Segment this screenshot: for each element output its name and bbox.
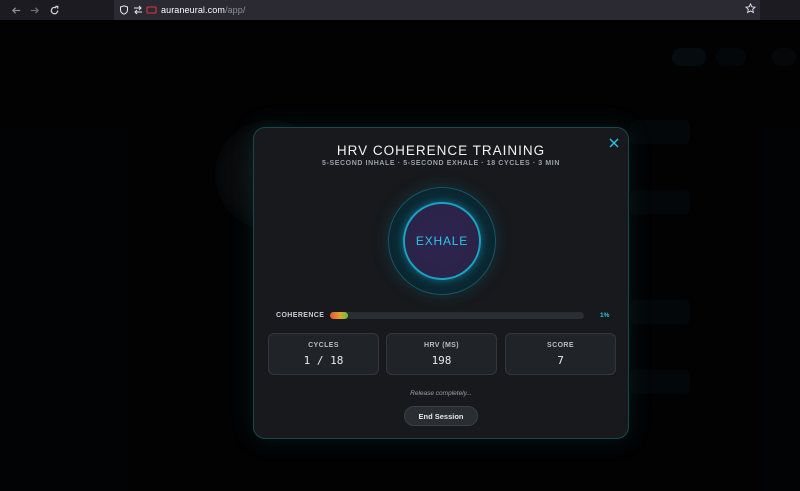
bookmark-star-icon[interactable] <box>744 2 757 17</box>
shield-icon[interactable] <box>119 0 129 20</box>
coherence-percent: 1% <box>600 312 610 319</box>
stat-value: 198 <box>431 354 452 367</box>
stat-label: HRV (MS) <box>424 342 459 349</box>
reload-icon[interactable] <box>47 3 61 17</box>
forward-arrow-icon[interactable] <box>27 3 41 17</box>
breathing-prompt: Release completely... <box>410 390 472 397</box>
address-bar[interactable]: auraneural.com/app/ <box>114 0 760 20</box>
modal-subtitle: 5-SECOND INHALE · 5-SECOND EXHALE · 18 C… <box>322 160 560 167</box>
camera-icon[interactable] <box>146 0 157 20</box>
stat-label: SCORE <box>547 342 574 349</box>
stat-card-cycles: CYCLES 1 / 18 <box>268 333 379 375</box>
stat-value: 1 / 18 <box>303 354 344 367</box>
url-path: /app/ <box>224 5 246 15</box>
url-text[interactable]: auraneural.com/app/ <box>161 5 245 15</box>
stat-card-hrv: HRV (MS) 198 <box>386 333 497 375</box>
coherence-label: COHERENCE <box>276 312 325 319</box>
end-session-button[interactable]: End Session <box>404 406 478 426</box>
coherence-fill <box>330 312 348 319</box>
browser-toolbar: auraneural.com/app/ <box>0 0 800 20</box>
hrv-training-modal: HRV COHERENCE TRAINING 5-SECOND INHALE ·… <box>253 127 629 439</box>
coherence-track <box>330 312 584 319</box>
connection-icon[interactable] <box>133 0 143 20</box>
back-arrow-icon[interactable] <box>9 3 23 17</box>
modal-title: HRV COHERENCE TRAINING <box>336 143 546 158</box>
stat-value: 7 <box>557 354 564 367</box>
stat-label: CYCLES <box>308 342 339 349</box>
breath-phase-label: EXHALE <box>415 234 469 248</box>
url-domain: auraneural.com <box>161 5 225 15</box>
stat-card-score: SCORE 7 <box>505 333 616 375</box>
